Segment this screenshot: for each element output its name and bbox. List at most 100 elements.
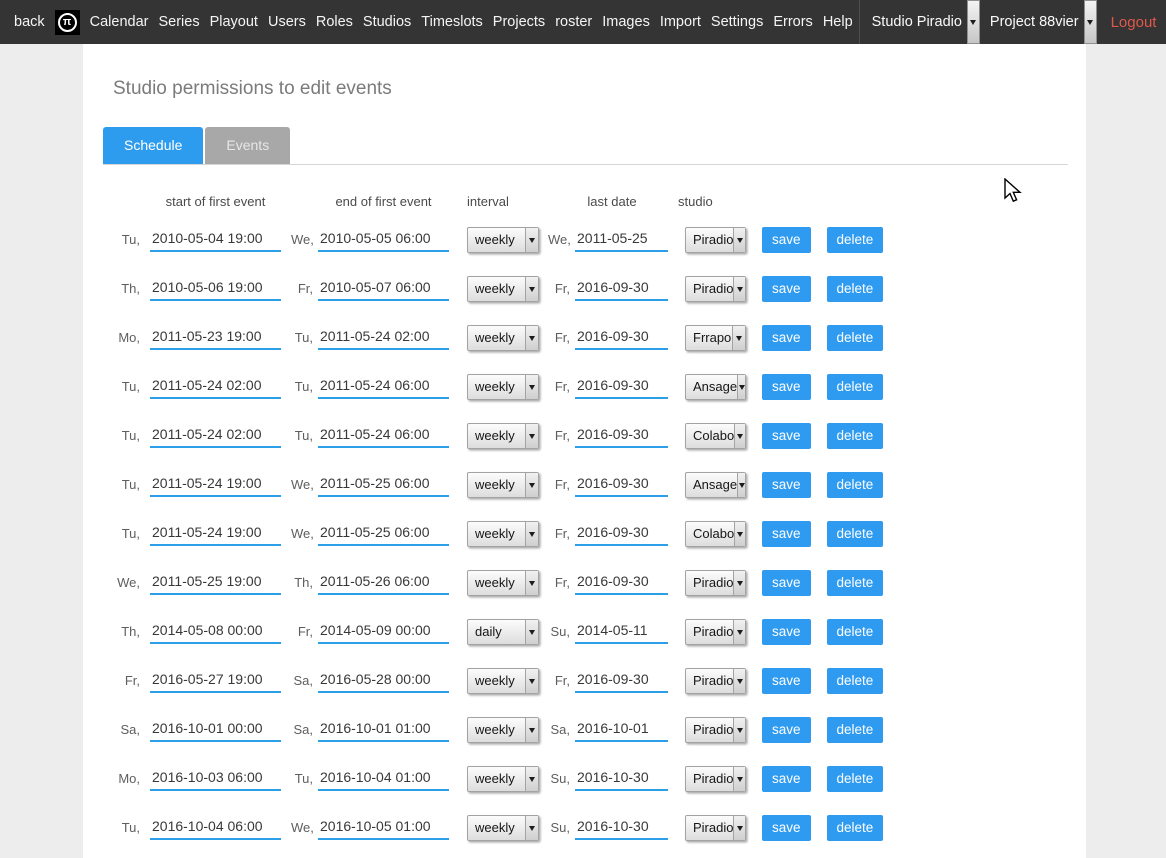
studio-select[interactable]: Colabo bbox=[685, 521, 746, 547]
nav-item-users[interactable]: Users bbox=[268, 14, 306, 30]
interval-select[interactable]: weekly bbox=[467, 815, 539, 841]
save-button[interactable]: save bbox=[762, 766, 811, 792]
last-date-input[interactable] bbox=[575, 522, 668, 546]
end-input[interactable] bbox=[318, 228, 449, 252]
last-date-input[interactable] bbox=[575, 816, 668, 840]
save-button[interactable]: save bbox=[762, 521, 811, 547]
interval-select[interactable]: weekly bbox=[467, 766, 539, 792]
save-button[interactable]: save bbox=[762, 423, 811, 449]
interval-select[interactable]: weekly bbox=[467, 227, 539, 253]
start-input[interactable] bbox=[150, 571, 281, 595]
nav-item-timeslots[interactable]: Timeslots bbox=[421, 14, 483, 30]
last-date-input[interactable] bbox=[575, 767, 668, 791]
delete-button[interactable]: delete bbox=[827, 325, 884, 351]
save-button[interactable]: save bbox=[762, 815, 811, 841]
interval-select[interactable]: daily bbox=[467, 619, 539, 645]
delete-button[interactable]: delete bbox=[827, 374, 884, 400]
tab-schedule[interactable]: Schedule bbox=[103, 127, 203, 164]
save-button[interactable]: save bbox=[762, 374, 811, 400]
save-button[interactable]: save bbox=[762, 570, 811, 596]
last-date-input[interactable] bbox=[575, 277, 668, 301]
interval-select[interactable]: weekly bbox=[467, 570, 539, 596]
end-input[interactable] bbox=[318, 473, 449, 497]
studio-select[interactable]: Piradio bbox=[685, 619, 746, 645]
start-input[interactable] bbox=[150, 326, 281, 350]
end-input[interactable] bbox=[318, 375, 449, 399]
nav-item-back[interactable]: back bbox=[14, 14, 45, 30]
delete-button[interactable]: delete bbox=[827, 570, 884, 596]
save-button[interactable]: save bbox=[762, 619, 811, 645]
start-input[interactable] bbox=[150, 424, 281, 448]
interval-select[interactable]: weekly bbox=[467, 521, 539, 547]
pi-radio-logo-icon[interactable]: π bbox=[55, 10, 80, 35]
end-input[interactable] bbox=[318, 326, 449, 350]
nav-item-series[interactable]: Series bbox=[158, 14, 199, 30]
interval-select[interactable]: weekly bbox=[467, 668, 539, 694]
end-input[interactable] bbox=[318, 816, 449, 840]
studio-select[interactable]: Piradio bbox=[685, 668, 746, 694]
nav-item-images[interactable]: Images bbox=[602, 14, 650, 30]
last-date-input[interactable] bbox=[575, 571, 668, 595]
delete-button[interactable]: delete bbox=[827, 521, 884, 547]
nav-item-calendar[interactable]: Calendar bbox=[90, 14, 149, 30]
interval-select[interactable]: weekly bbox=[467, 276, 539, 302]
delete-button[interactable]: delete bbox=[827, 276, 884, 302]
start-input[interactable] bbox=[150, 522, 281, 546]
end-input[interactable] bbox=[318, 571, 449, 595]
studio-select[interactable]: Colabo bbox=[685, 423, 746, 449]
start-input[interactable] bbox=[150, 277, 281, 301]
end-input[interactable] bbox=[318, 620, 449, 644]
nav-item-help[interactable]: Help bbox=[823, 14, 853, 30]
studio-select[interactable]: Piradio bbox=[685, 766, 746, 792]
delete-button[interactable]: delete bbox=[827, 717, 884, 743]
studio-dropdown[interactable]: Studio Piradio bbox=[870, 0, 980, 44]
save-button[interactable]: save bbox=[762, 668, 811, 694]
end-input[interactable] bbox=[318, 767, 449, 791]
save-button[interactable]: save bbox=[762, 717, 811, 743]
interval-select[interactable]: weekly bbox=[467, 423, 539, 449]
nav-item-studios[interactable]: Studios bbox=[363, 14, 411, 30]
last-date-input[interactable] bbox=[575, 669, 668, 693]
start-input[interactable] bbox=[150, 473, 281, 497]
delete-button[interactable]: delete bbox=[827, 815, 884, 841]
chevron-down-icon[interactable] bbox=[967, 0, 980, 44]
start-input[interactable] bbox=[150, 228, 281, 252]
logout-link[interactable]: Logout bbox=[1111, 14, 1157, 31]
studio-select[interactable]: Piradio bbox=[685, 717, 746, 743]
tab-events[interactable]: Events bbox=[205, 127, 290, 164]
studio-select[interactable]: Piradio bbox=[685, 815, 746, 841]
studio-select[interactable]: Ansage bbox=[685, 472, 746, 498]
start-input[interactable] bbox=[150, 620, 281, 644]
start-input[interactable] bbox=[150, 816, 281, 840]
studio-select[interactable]: Ansage bbox=[685, 374, 746, 400]
save-button[interactable]: save bbox=[762, 276, 811, 302]
last-date-input[interactable] bbox=[575, 424, 668, 448]
start-input[interactable] bbox=[150, 767, 281, 791]
save-button[interactable]: save bbox=[762, 325, 811, 351]
delete-button[interactable]: delete bbox=[827, 472, 884, 498]
save-button[interactable]: save bbox=[762, 227, 811, 253]
chevron-down-icon[interactable] bbox=[1084, 0, 1097, 44]
nav-item-errors[interactable]: Errors bbox=[773, 14, 812, 30]
last-date-input[interactable] bbox=[575, 326, 668, 350]
interval-select[interactable]: weekly bbox=[467, 325, 539, 351]
studio-select[interactable]: Piradio bbox=[685, 227, 746, 253]
nav-item-projects[interactable]: Projects bbox=[493, 14, 545, 30]
delete-button[interactable]: delete bbox=[827, 766, 884, 792]
end-input[interactable] bbox=[318, 424, 449, 448]
end-input[interactable] bbox=[318, 718, 449, 742]
studio-select[interactable]: Piradio bbox=[685, 276, 746, 302]
nav-item-playout[interactable]: Playout bbox=[210, 14, 258, 30]
nav-item-roster[interactable]: roster bbox=[555, 14, 592, 30]
last-date-input[interactable] bbox=[575, 473, 668, 497]
interval-select[interactable]: weekly bbox=[467, 472, 539, 498]
delete-button[interactable]: delete bbox=[827, 227, 884, 253]
studio-select[interactable]: Piradio bbox=[685, 570, 746, 596]
last-date-input[interactable] bbox=[575, 228, 668, 252]
delete-button[interactable]: delete bbox=[827, 668, 884, 694]
nav-item-settings[interactable]: Settings bbox=[711, 14, 763, 30]
delete-button[interactable]: delete bbox=[827, 619, 884, 645]
start-input[interactable] bbox=[150, 669, 281, 693]
last-date-input[interactable] bbox=[575, 718, 668, 742]
studio-select[interactable]: Frrapo bbox=[685, 325, 746, 351]
